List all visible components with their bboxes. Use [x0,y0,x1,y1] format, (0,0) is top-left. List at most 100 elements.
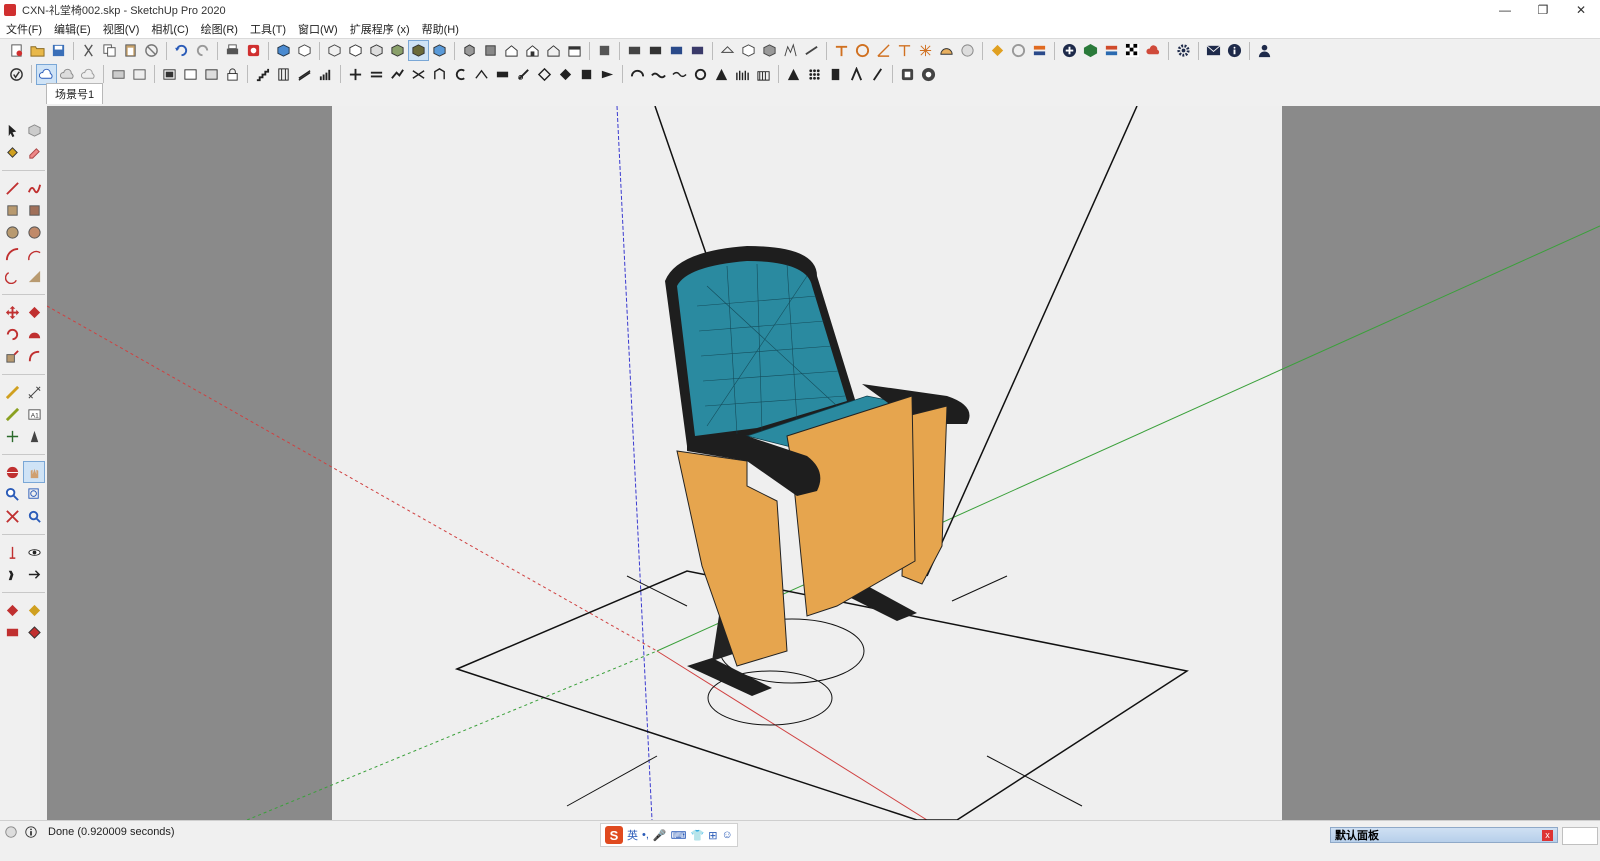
menu-file[interactable]: 文件(F) [0,21,48,37]
right-view-icon[interactable] [523,41,542,60]
previous-view-icon[interactable] [24,506,44,526]
make-component-icon[interactable] [24,120,44,140]
plugin-icon-2[interactable] [1009,41,1028,60]
style-textured-icon[interactable] [408,40,429,61]
tool-icon-a12[interactable] [577,65,596,84]
two-point-arc-icon[interactable] [24,244,44,264]
shaded-box-icon[interactable] [274,41,293,60]
tool-icon-a11[interactable] [556,65,575,84]
tool-icon-d2[interactable] [919,65,938,84]
walk-icon[interactable] [2,564,22,584]
line-tool-icon[interactable] [2,178,22,198]
menu-view[interactable]: 视图(V) [97,21,146,37]
cloud-icon[interactable] [1144,41,1163,60]
tool-icon-a9[interactable] [514,65,533,84]
tool-icon-b4[interactable] [691,65,710,84]
wire-box-icon[interactable] [295,41,314,60]
paint-bucket-icon[interactable] [2,142,22,162]
bars-icon[interactable] [316,65,335,84]
polygon-icon[interactable] [24,222,44,242]
info-icon[interactable] [1225,41,1244,60]
warehouse-icon-3[interactable] [2,622,22,642]
user-account-icon[interactable] [1255,41,1274,60]
sandbox-icon-2[interactable] [739,41,758,60]
sogou-ime-logo[interactable]: S [605,826,623,844]
tool-icon-c3[interactable] [826,65,845,84]
model-info-icon[interactable] [244,41,263,60]
select-cloud-icon-2[interactable] [58,65,77,84]
model-viewport[interactable] [47,106,1600,820]
menu-window[interactable]: 窗口(W) [292,21,344,37]
select-cloud-icon-3[interactable] [79,65,98,84]
undo-icon[interactable] [172,41,191,60]
ime-lang-toggle[interactable]: 英 [627,827,638,843]
settings-gear-icon[interactable] [1174,41,1193,60]
offset-tool-icon[interactable] [24,346,44,366]
dimension-tool-icon[interactable] [24,382,44,402]
tape-measure-icon[interactable] [2,382,22,402]
rotated-rectangle-icon[interactable] [24,200,44,220]
checker-icon[interactable] [1123,41,1142,60]
tool-icon-a6[interactable] [451,65,470,84]
section-arrow-icon[interactable] [24,564,44,584]
tool-icon-a4[interactable] [409,65,428,84]
tool-icon-b1[interactable] [628,65,647,84]
shadow-icon-3[interactable] [667,41,686,60]
follow-me-icon[interactable] [24,324,44,344]
menu-help[interactable]: 帮助(H) [416,21,465,37]
tool-icon-d1[interactable] [898,65,917,84]
sandbox-icon-3[interactable] [760,41,779,60]
circle-icon[interactable] [2,222,22,242]
lock-icon[interactable] [223,65,242,84]
zoom-extents-icon[interactable] [2,506,22,526]
tool-icon-a5[interactable] [430,65,449,84]
new-file-icon[interactable] [7,41,26,60]
ime-punct-toggle[interactable]: •, [642,829,649,841]
arc-icon[interactable] [2,244,22,264]
style-wireframe-icon[interactable] [346,41,365,60]
dimension-icon-1[interactable] [832,41,851,60]
tool-icon-c2[interactable] [805,65,824,84]
sandbox-icon-1[interactable] [718,41,737,60]
minimize-button[interactable]: — [1486,0,1524,20]
back-view-icon[interactable] [544,41,563,60]
iso-view-icon[interactable] [460,41,479,60]
extension-warehouse-icon[interactable] [1081,41,1100,60]
text-tool-icon[interactable]: A1 [24,404,44,424]
push-pull-icon[interactable] [24,302,44,322]
column-icon[interactable] [274,65,293,84]
warehouse-icon-4[interactable] [24,622,44,642]
skin-shirt-icon[interactable]: 👕 [691,829,705,842]
tool-icon-c1[interactable] [784,65,803,84]
group-icon-2[interactable] [181,65,200,84]
redo-icon[interactable] [193,41,212,60]
tool-icon-a3[interactable] [388,65,407,84]
shadow-icon-4[interactable] [688,41,707,60]
cut-icon[interactable] [79,41,98,60]
axes-text-icon[interactable] [895,41,914,60]
maximize-button[interactable]: ❐ [1524,0,1562,20]
tray-close-button[interactable]: x [1542,829,1553,841]
warehouse-icon-1[interactable] [2,600,22,620]
align-icon-2[interactable] [130,65,149,84]
add-icon[interactable] [1060,41,1079,60]
layer-icon[interactable] [1102,41,1121,60]
mail-icon[interactable] [1204,41,1223,60]
front-view-icon[interactable] [502,41,521,60]
group-icon-1[interactable] [160,65,179,84]
sandbox-icon-5[interactable] [802,41,821,60]
info-status-icon[interactable] [24,825,38,839]
three-point-arc-icon[interactable] [2,266,22,286]
menu-tools[interactable]: 工具(T) [244,21,292,37]
scale-tool-icon[interactable] [2,346,22,366]
open-folder-icon[interactable] [28,41,47,60]
menu-extensions[interactable]: 扩展程序 (x) [344,21,416,37]
freehand-icon[interactable] [24,178,44,198]
copy-icon[interactable] [100,41,119,60]
menu-draw[interactable]: 绘图(R) [195,21,244,37]
look-around-icon[interactable] [24,542,44,562]
circle-tool-icon[interactable] [958,41,977,60]
protractor-tool-icon[interactable] [2,404,22,424]
emoji-icon[interactable]: ☺ [721,829,732,841]
3d-text-icon[interactable] [24,426,44,446]
